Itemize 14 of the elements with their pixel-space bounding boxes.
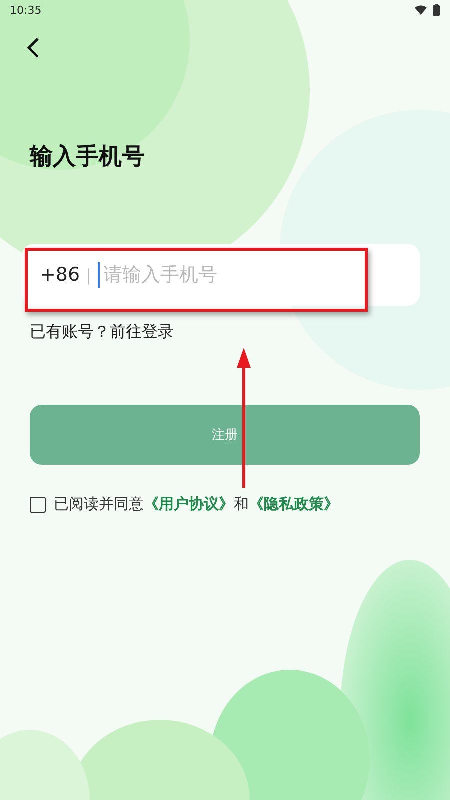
phone-input-field[interactable]: +86 | 请输入手机号 <box>22 244 420 306</box>
login-link[interactable]: 已有账号？前往登录 <box>30 322 174 343</box>
terms-link[interactable]: 《用户协议》 <box>144 495 234 513</box>
agreement-checkbox[interactable] <box>30 496 46 512</box>
separator: | <box>86 266 92 284</box>
privacy-link[interactable]: 《隐私政策》 <box>249 495 339 513</box>
page-title: 输入手机号 <box>30 143 146 172</box>
country-code: +86 <box>40 264 80 286</box>
back-icon[interactable] <box>26 37 40 59</box>
phone-input[interactable]: 请输入手机号 <box>102 263 336 287</box>
agreement-text: 已阅读并同意《用户协议》和《隐私政策》 <box>54 495 339 514</box>
battery-icon <box>433 4 440 16</box>
status-time: 10:35 <box>10 4 42 16</box>
wifi-icon <box>415 5 427 15</box>
